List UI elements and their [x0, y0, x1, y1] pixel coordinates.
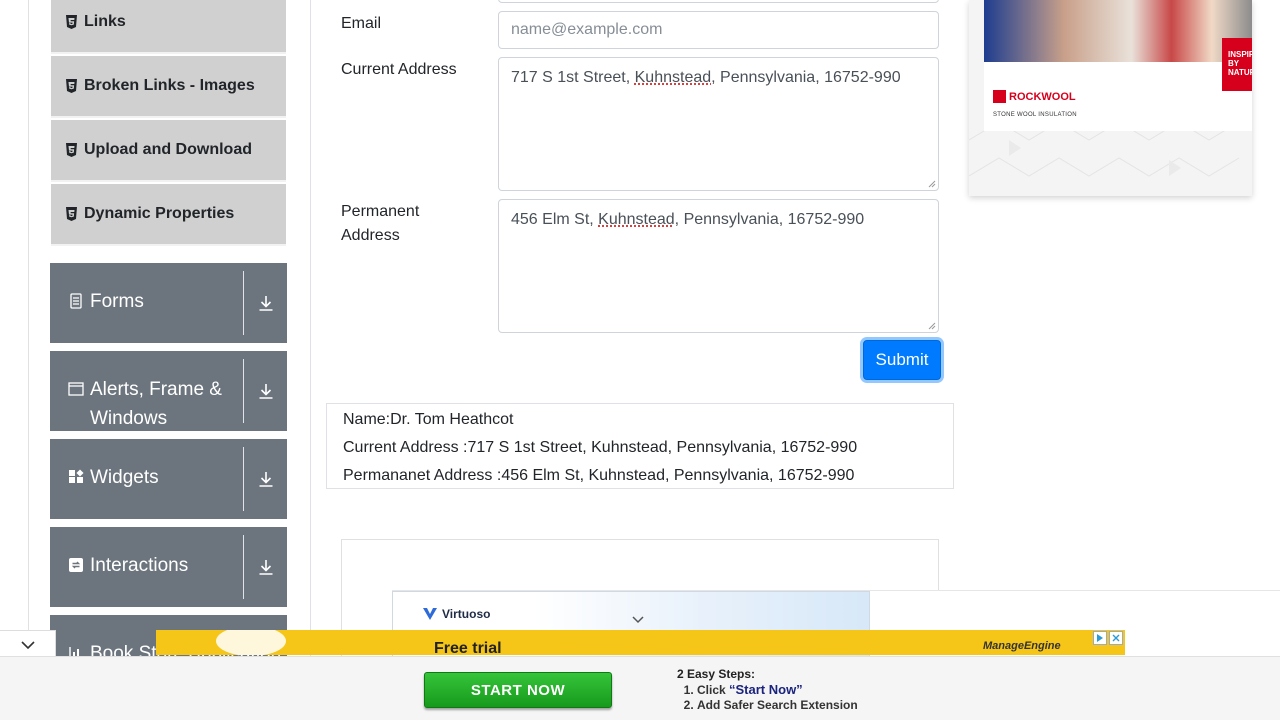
ad-collapse-button[interactable]	[0, 630, 56, 658]
rockwool-ad[interactable]: INSPIRED BY NATURE. ROCKWOOL STONE WOOL …	[969, 0, 1252, 196]
expand-button[interactable]	[244, 527, 287, 607]
step-item: Click “Start Now”	[697, 682, 858, 698]
manageengine-ad[interactable]: Free trial ManageEngine	[156, 630, 1125, 655]
sidebar-item-broken-links[interactable]: Broken Links - Images	[51, 56, 286, 118]
email-field[interactable]	[498, 11, 939, 49]
sidebar-item-upload-download[interactable]: Upload and Download	[51, 120, 286, 182]
html5-icon	[65, 207, 78, 221]
download-icon	[259, 296, 272, 311]
virtuoso-logo: Virtuoso	[422, 607, 490, 621]
sidebar-group-interactions[interactable]: Interactions	[50, 527, 287, 607]
email-label: Email	[341, 15, 382, 32]
interactions-icon	[68, 557, 84, 573]
html5-icon	[65, 79, 78, 93]
chevron-down-icon	[20, 640, 35, 649]
html5-icon	[65, 143, 78, 157]
widgets-icon	[68, 469, 84, 485]
step-item: Add Safer Search Extension	[697, 698, 858, 713]
sidebar-divider	[310, 0, 311, 720]
output-name: Name:Dr. Tom Heathcot	[343, 411, 514, 428]
start-now-button[interactable]: START NOW	[424, 672, 612, 708]
inspired-badge: INSPIRED BY NATURE.	[1222, 38, 1252, 91]
sidebar-item-label: Links	[84, 13, 126, 30]
current-address-label: Current Address	[341, 61, 457, 78]
sidebar-item-dynamic-properties[interactable]: Dynamic Properties	[51, 184, 286, 246]
manageengine-logo: ManageEngine	[983, 640, 1061, 652]
sidebar-item-label: Dynamic Properties	[84, 205, 235, 222]
download-icon	[259, 384, 272, 399]
divider	[243, 271, 244, 335]
resize-handle-icon[interactable]	[928, 322, 936, 330]
output-permanent-address: Permananet Address :456 Elm St, Kuhnstea…	[343, 467, 855, 484]
ad-photo	[984, 0, 1252, 62]
rockwool-mark-icon	[993, 90, 1006, 103]
spellcheck-word: Kuhnstead	[634, 69, 712, 86]
download-icon	[259, 472, 272, 487]
html5-icon	[65, 15, 78, 29]
divider	[243, 447, 244, 511]
expand-button[interactable]	[244, 439, 287, 519]
address-text: 456 Elm St,	[511, 211, 599, 228]
divider	[243, 535, 244, 599]
ad-illustration	[216, 630, 286, 655]
ad-close-icon[interactable]	[1109, 631, 1123, 645]
output-panel: Name:Dr. Tom Heathcot Current Address :7…	[326, 403, 954, 489]
steps-list: Click “Start Now” Add Safer Search Exten…	[697, 682, 858, 713]
divider	[243, 359, 244, 423]
resize-handle-icon[interactable]	[928, 180, 936, 188]
name-field[interactable]	[498, 0, 939, 3]
expand-button[interactable]	[244, 263, 287, 343]
bottom-ad-bar	[0, 656, 1280, 720]
submit-button[interactable]: Submit	[863, 340, 941, 380]
chevron-down-icon[interactable]	[631, 615, 645, 625]
group-label: Alerts, Frame & Windows	[90, 379, 222, 429]
download-icon	[259, 560, 272, 575]
expand-button[interactable]	[244, 351, 287, 431]
sidebar-item-label: Broken Links - Images	[84, 77, 255, 94]
spellcheck-word: Kuhnstead	[598, 211, 675, 228]
output-current-address: Current Address :717 S 1st Street, Kuhns…	[343, 439, 858, 456]
current-address-textarea[interactable]: 717 S 1st Street, Kuhnstead, Pennsylvani…	[498, 57, 939, 191]
left-rail	[28, 0, 29, 720]
group-label: Interactions	[90, 555, 189, 576]
address-text: 717 S 1st Street,	[511, 69, 635, 86]
sidebar-group-forms[interactable]: Forms	[50, 263, 287, 343]
rockwool-logo: ROCKWOOL	[993, 90, 1076, 103]
window-icon	[68, 381, 84, 397]
group-label: Forms	[90, 291, 144, 312]
sidebar-item-links[interactable]: Links	[51, 0, 286, 54]
virtuoso-v-icon	[423, 608, 437, 620]
group-label: Widgets	[90, 467, 159, 488]
address-text: , Pennsylvania, 16752-990	[674, 211, 865, 228]
steps-title: 2 Easy Steps:	[677, 667, 756, 681]
page: Links Broken Links - Images Upload and D…	[0, 0, 1280, 720]
rockwool-tagline: STONE WOOL INSULATION	[993, 112, 1077, 118]
form-icon	[68, 293, 84, 309]
address-text: , Pennsylvania, 16752-990	[711, 69, 901, 86]
steps-text: 2 Easy Steps: Click “Start Now” Add Safe…	[677, 667, 858, 713]
permanent-address-label: Permanent Address	[341, 203, 420, 244]
sidebar-group-alerts[interactable]: Alerts, Frame & Windows	[50, 351, 287, 431]
sidebar-item-label: Upload and Download	[84, 141, 252, 158]
sidebar-group-widgets[interactable]: Widgets	[50, 439, 287, 519]
free-trial-text: Free trial	[434, 640, 502, 655]
permanent-address-textarea[interactable]: 456 Elm St, Kuhnstead, Pennsylvania, 167…	[498, 199, 939, 333]
ad-choices-icon[interactable]	[1093, 631, 1107, 645]
